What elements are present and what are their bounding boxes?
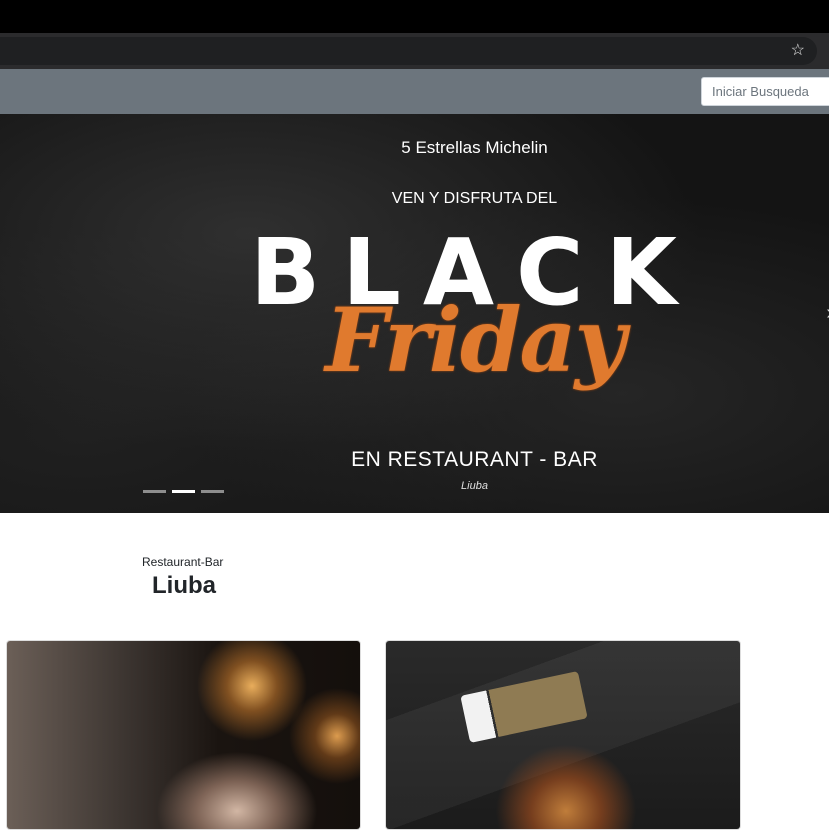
navbar <box>0 69 829 114</box>
hero-carousel: 5 Estrellas Michelin VEN Y DISFRUTA DEL … <box>0 114 829 513</box>
hero-location: EN RESTAURANT - BAR <box>351 448 598 471</box>
carousel-indicator-3[interactable] <box>201 490 224 493</box>
card-image-dining <box>7 641 360 829</box>
carousel-indicator-1[interactable] <box>143 490 166 493</box>
carousel-indicator-2[interactable] <box>172 490 195 493</box>
feature-card-2[interactable] <box>385 640 741 830</box>
carousel-indicators <box>143 490 224 493</box>
address-bar[interactable]: ☆ <box>0 37 817 65</box>
star-icon[interactable]: ☆ <box>791 41 805 61</box>
feature-card-1[interactable] <box>6 640 361 830</box>
hero-headline-script: Friday <box>325 288 625 392</box>
brand-subtitle: Restaurant-Bar <box>142 555 224 569</box>
hero-tagline: VEN Y DISFRUTA DEL <box>391 190 558 207</box>
search-input[interactable] <box>701 77 829 106</box>
card-image-dessert <box>386 641 740 829</box>
browser-toolbar: ☆ <box>0 33 829 69</box>
browser-top-bar <box>0 0 829 33</box>
hero-rating: 5 Estrellas Michelin <box>401 138 548 157</box>
brand-title: Liuba <box>152 572 216 599</box>
